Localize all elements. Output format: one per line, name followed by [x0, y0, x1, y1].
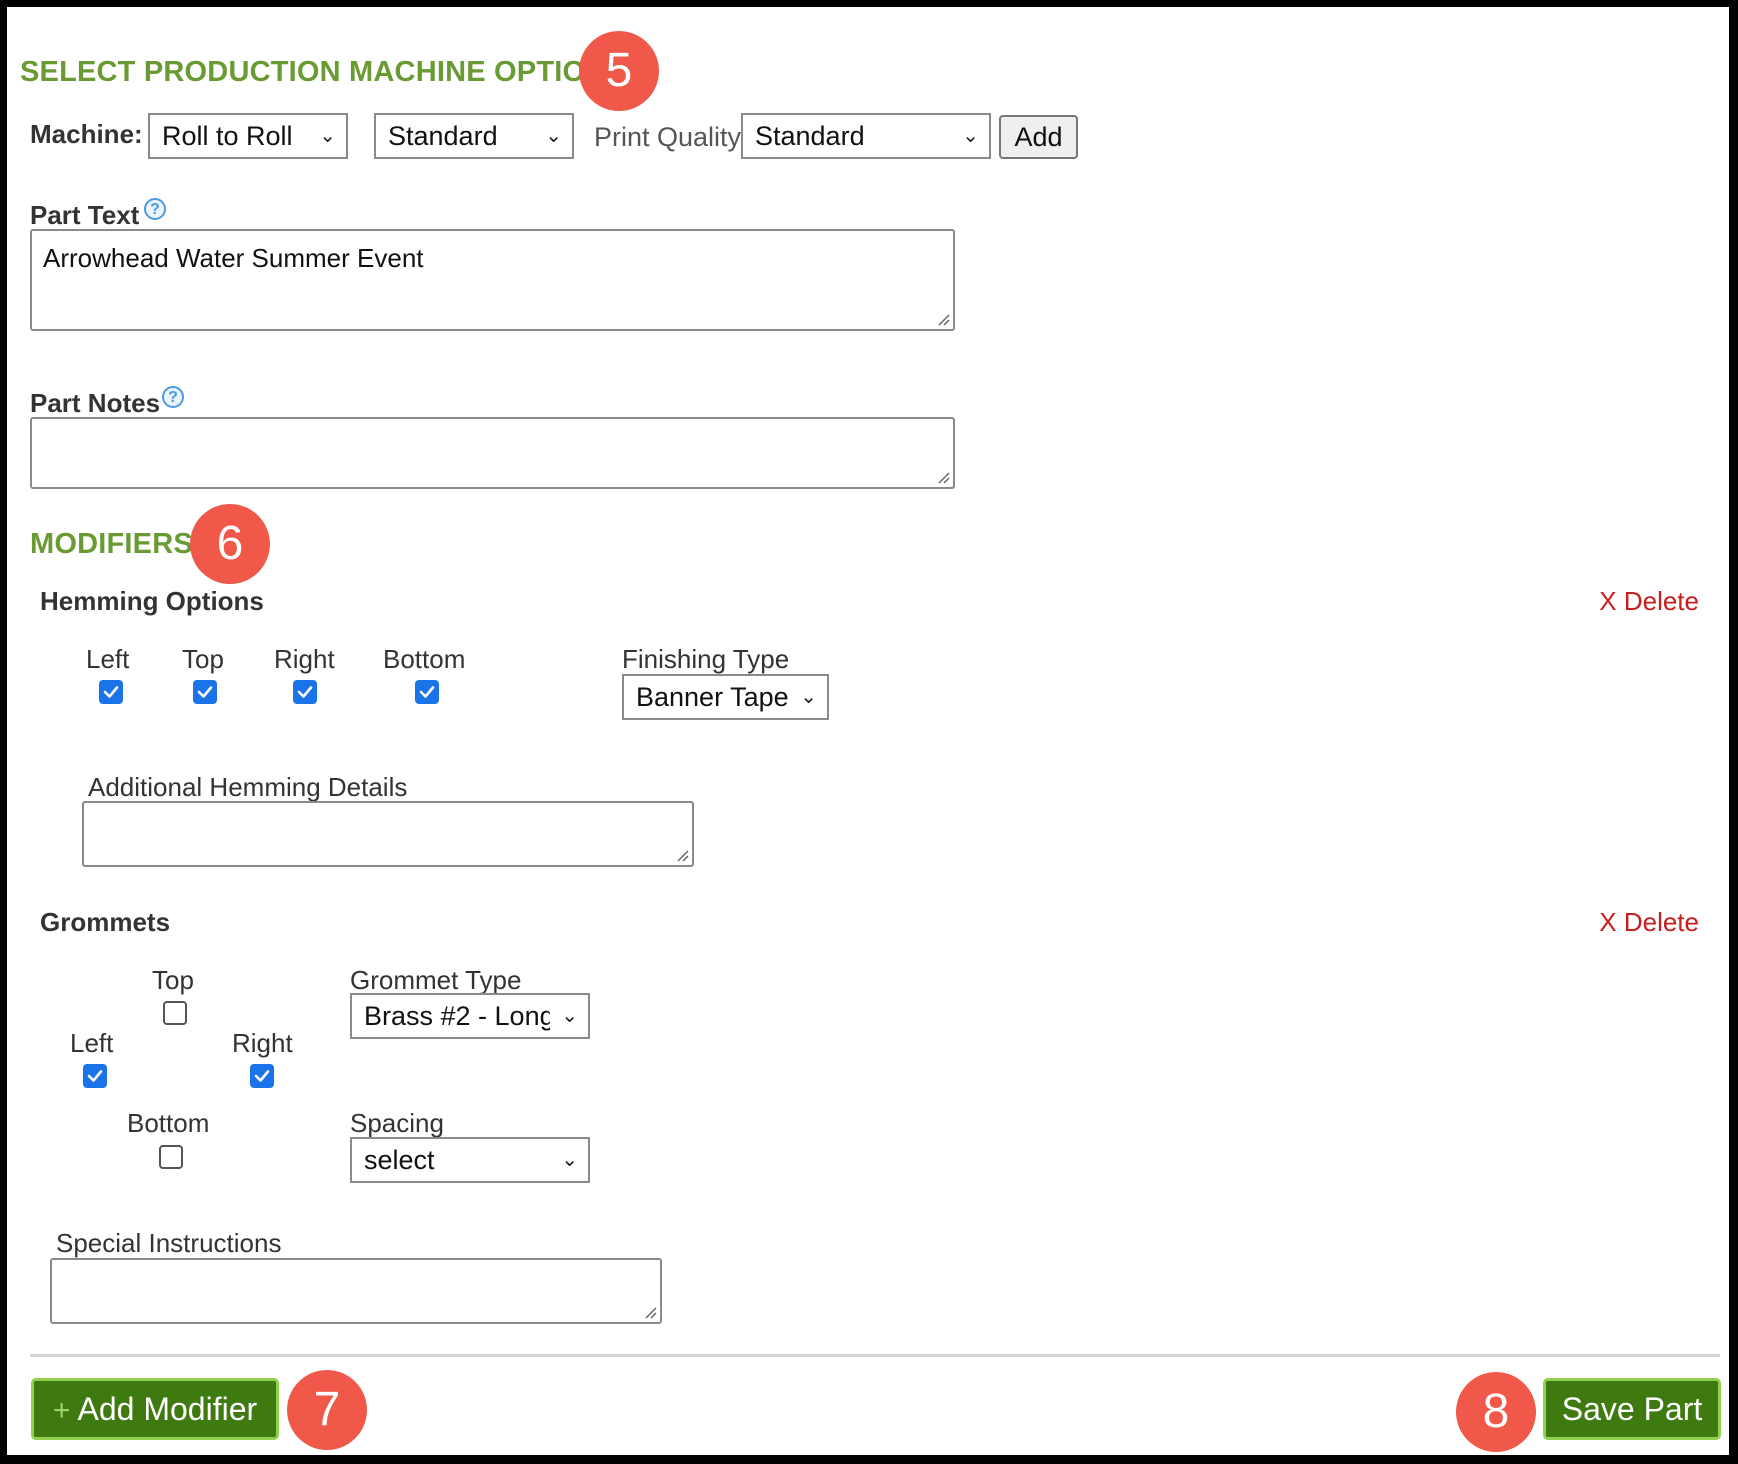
resize-handle-icon[interactable] [936, 470, 950, 484]
grommet-right-checkbox[interactable] [250, 1064, 274, 1088]
part-text-value: Arrowhead Water Summer Event [43, 243, 424, 273]
spacing-select[interactable]: select ⌄ [350, 1137, 590, 1183]
add-modifier-label: Add Modifier [77, 1391, 258, 1427]
hem-bottom-checkbox[interactable] [415, 680, 439, 704]
add-machine-button[interactable]: Add [999, 115, 1078, 159]
help-icon[interactable]: ? [144, 198, 166, 220]
part-text-label: Part Text [30, 200, 140, 230]
spacing-label: Spacing [350, 1108, 444, 1138]
delete-hemming-link[interactable]: X Delete [1599, 586, 1699, 617]
grommet-left-label: Left [70, 1028, 114, 1058]
spacing-value: select [364, 1145, 435, 1175]
grommet-type-select[interactable]: Brass #2 - Long ⌄ [350, 993, 590, 1039]
finishing-type-label: Finishing Type [622, 644, 790, 674]
hem-top-label: Top [182, 644, 224, 674]
print-quality-label: Print Quality [594, 122, 742, 152]
chevron-down-icon: ⌄ [561, 1149, 578, 1171]
part-form: SELECT PRODUCTION MACHINE OPTIONS 5 Mach… [7, 7, 1729, 1455]
part-notes-label: Part Notes [30, 388, 161, 418]
hem-bottom-label: Bottom [383, 644, 466, 674]
resize-handle-icon[interactable] [936, 312, 950, 326]
special-instructions-label: Special Instructions [56, 1228, 282, 1258]
hem-left-label: Left [86, 644, 130, 674]
part-text-field[interactable]: Arrowhead Water Summer Event [30, 229, 955, 331]
grommet-type-label: Grommet Type [350, 965, 522, 995]
grommet-bottom-label: Bottom [127, 1108, 210, 1138]
mode-select-value: Standard [388, 121, 498, 151]
step-badge-8: 8 [1456, 1372, 1536, 1452]
machine-select-value: Roll to Roll [162, 121, 293, 151]
modifiers-title: MODIFIERS [30, 528, 193, 560]
print-quality-select-value: Standard [755, 121, 865, 151]
hem-right-label: Right [274, 644, 335, 674]
plus-icon: + [52, 1394, 71, 1427]
chevron-down-icon: ⌄ [561, 1005, 578, 1027]
hem-left-checkbox[interactable] [99, 680, 123, 704]
part-notes-field[interactable] [30, 417, 955, 489]
grommet-type-value: Brass #2 - Long [364, 1001, 550, 1031]
grommet-top-label: Top [152, 965, 194, 995]
grommet-bottom-checkbox[interactable] [159, 1145, 183, 1169]
hemming-details-field[interactable] [82, 801, 694, 867]
hemming-options-title: Hemming Options [40, 586, 264, 616]
chevron-down-icon: ⌄ [962, 125, 979, 147]
hem-right-checkbox[interactable] [293, 680, 317, 704]
chevron-down-icon: ⌄ [545, 125, 562, 147]
resize-handle-icon[interactable] [643, 1305, 657, 1319]
grommet-top-checkbox[interactable] [163, 1001, 187, 1025]
machine-select[interactable]: Roll to Roll ⌄ [148, 113, 348, 159]
finishing-type-select[interactable]: Banner Tape ⌄ [622, 674, 829, 720]
save-part-button[interactable]: Save Part [1543, 1378, 1721, 1440]
delete-grommets-link[interactable]: X Delete [1599, 907, 1699, 938]
add-modifier-button[interactable]: + Add Modifier [31, 1378, 279, 1440]
special-instructions-field[interactable] [50, 1258, 662, 1324]
hemming-details-label: Additional Hemming Details [88, 772, 408, 802]
step-badge-7: 7 [287, 1370, 367, 1450]
chevron-down-icon: ⌄ [319, 125, 336, 147]
finishing-type-value: Banner Tape [636, 682, 789, 712]
print-quality-select[interactable]: Standard ⌄ [741, 113, 991, 159]
help-icon[interactable]: ? [162, 386, 184, 408]
grommet-right-label: Right [232, 1028, 293, 1058]
machine-label: Machine: [30, 119, 143, 149]
resize-handle-icon[interactable] [675, 848, 689, 862]
production-options-title: SELECT PRODUCTION MACHINE OPTIONS [20, 56, 626, 88]
mode-select[interactable]: Standard ⌄ [374, 113, 574, 159]
step-badge-5: 5 [579, 31, 659, 111]
hem-top-checkbox[interactable] [193, 680, 217, 704]
grommet-left-checkbox[interactable] [83, 1064, 107, 1088]
footer-divider [30, 1354, 1720, 1357]
step-badge-6: 6 [190, 504, 270, 584]
chevron-down-icon: ⌄ [800, 686, 817, 708]
grommets-title: Grommets [40, 907, 171, 937]
